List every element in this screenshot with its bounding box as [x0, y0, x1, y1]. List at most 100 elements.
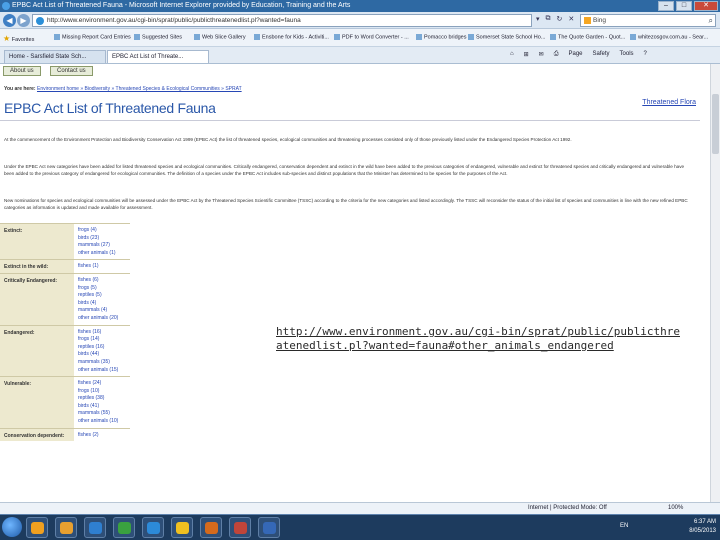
fauna-group-link[interactable]: frogs (4): [78, 227, 130, 235]
favorite-link[interactable]: Pomacco bridges: [416, 34, 467, 40]
vertical-scrollbar[interactable]: [710, 64, 720, 502]
security-zone[interactable]: Internet | Protected Mode: Off: [528, 503, 607, 514]
fauna-group-link[interactable]: mammals (35): [78, 359, 130, 367]
fauna-group-link[interactable]: fishes (16): [78, 329, 130, 337]
search-input[interactable]: Bing ⌕: [580, 14, 716, 27]
favorite-link[interactable]: PDF to Word Converter - ...: [334, 34, 409, 40]
search-icon[interactable]: ⌕: [709, 15, 713, 26]
safety-menu[interactable]: Safety: [593, 51, 610, 58]
tab-epbc[interactable]: EPBC Act List of Threate...: [107, 50, 209, 63]
category-links: fishes (1): [78, 260, 130, 273]
favorite-link[interactable]: Ensbone for Kids - Activiti...: [254, 34, 329, 40]
favorite-link[interactable]: whitezosgov.com.au - Sear...: [630, 34, 708, 40]
screenshot: EPBC Act List of Threatened Fauna - Micr…: [0, 0, 720, 540]
compat-icon[interactable]: ⧉: [546, 15, 551, 23]
table-row: Extinct: frogs (4) birds (23) mammals (27) o…: [0, 223, 130, 260]
divider: [0, 120, 700, 121]
taskbar-app-button[interactable]: [84, 517, 106, 538]
close-button[interactable]: ✕: [694, 1, 718, 11]
fauna-group-link[interactable]: mammals (4): [78, 307, 130, 315]
stop-icon[interactable]: ✕: [568, 15, 574, 23]
window-titlebar: EPBC Act List of Threatened Fauna - Micr…: [0, 0, 720, 12]
fauna-group-link[interactable]: other animals (1): [78, 250, 130, 258]
clock-date: 8/05/2013: [689, 528, 716, 534]
system-clock[interactable]: 6:37 AM 8/05/2013: [689, 518, 716, 536]
page-content: About us Contact us You are here: Enviro…: [0, 64, 710, 502]
app-icon: [60, 522, 73, 534]
url-text: http://www.environment.gov.au/cgi-bin/sp…: [47, 17, 301, 24]
fauna-group-link[interactable]: fishes (24): [78, 380, 130, 388]
favorite-link[interactable]: Suggested Sites: [134, 34, 182, 40]
fauna-group-link[interactable]: birds (4): [78, 300, 130, 308]
fauna-group-link[interactable]: mammals (55): [78, 410, 130, 418]
app-icon: [234, 522, 247, 534]
favorite-link[interactable]: Web Slice Gallery: [194, 34, 246, 40]
tab-home[interactable]: Home - Sarsfield State Sch...: [4, 50, 106, 63]
fauna-group-link[interactable]: other animals (15): [78, 367, 130, 375]
home-icon[interactable]: ⌂: [510, 51, 514, 58]
fauna-group-link[interactable]: fishes (6): [78, 277, 130, 285]
fauna-group-link[interactable]: reptiles (5): [78, 292, 130, 300]
taskbar-app-button[interactable]: [258, 517, 280, 538]
refresh-icon[interactable]: ↻: [557, 15, 563, 23]
mail-icon[interactable]: ✉: [539, 51, 544, 58]
print-icon[interactable]: ⎙: [554, 51, 559, 58]
favorite-link[interactable]: Somerset State School Ho...: [468, 34, 545, 40]
fauna-group-link[interactable]: reptiles (38): [78, 395, 130, 403]
favorites-button[interactable]: ★ Favorites: [3, 34, 34, 43]
fauna-group-link[interactable]: mammals (27): [78, 242, 130, 250]
minimize-button[interactable]: –: [658, 1, 674, 11]
fauna-group-link[interactable]: birds (23): [78, 235, 130, 243]
taskbar-app-button[interactable]: [113, 517, 135, 538]
scroll-thumb[interactable]: [712, 94, 719, 154]
breadcrumb-trail[interactable]: Environment home » Biodiversity » Threat…: [37, 86, 242, 92]
table-row: Vulnerable: fishes (24) frogs (10) reptiles…: [0, 376, 130, 428]
taskbar-app-button[interactable]: [200, 517, 222, 538]
about-us-link[interactable]: About us: [3, 66, 41, 76]
fauna-group-link[interactable]: reptiles (16): [78, 344, 130, 352]
zoom-level[interactable]: 100%: [668, 503, 683, 514]
url-input[interactable]: http://www.environment.gov.au/cgi-bin/sp…: [32, 14, 532, 27]
breadcrumb-prefix: You are here:: [4, 86, 36, 92]
fauna-group-link[interactable]: birds (41): [78, 403, 130, 411]
fauna-group-link[interactable]: frogs (10): [78, 388, 130, 396]
dropdown-icon[interactable]: ▾: [536, 15, 540, 23]
category-label: Extinct in the wild:: [0, 260, 74, 273]
tools-menu[interactable]: Tools: [620, 51, 634, 58]
page-icon: [36, 17, 44, 25]
category-label: Vulnerable:: [0, 377, 74, 428]
intro-paragraph: At the commencement of the Environment P…: [4, 137, 572, 142]
window-title: EPBC Act List of Threatened Fauna - Micr…: [12, 2, 351, 9]
feeds-icon[interactable]: ⊞: [524, 51, 529, 58]
start-button[interactable]: [2, 517, 22, 537]
fauna-group-link[interactable]: other animals (20): [78, 315, 130, 323]
back-button[interactable]: ◀: [3, 14, 16, 27]
favorite-link[interactable]: The Quote Garden - Quot...: [550, 34, 625, 40]
clock-time: 6:37 AM: [693, 519, 716, 525]
fauna-group-link[interactable]: other animals (10): [78, 418, 130, 426]
help-icon[interactable]: ?: [644, 51, 647, 58]
fauna-group-link[interactable]: fishes (2): [78, 432, 130, 440]
fauna-group-link[interactable]: frogs (5): [78, 285, 130, 293]
maximize-button[interactable]: □: [676, 1, 692, 11]
nominations-paragraph: New nominations for species and ecologic…: [4, 198, 688, 210]
taskbar-app-button[interactable]: [26, 517, 48, 538]
threatened-flora-link[interactable]: Threatened Flora: [642, 99, 696, 106]
fauna-group-link[interactable]: frogs (14): [78, 336, 130, 344]
fauna-group-link[interactable]: birds (44): [78, 351, 130, 359]
forward-button[interactable]: ▶: [17, 14, 30, 27]
fauna-group-link[interactable]: fishes (1): [78, 263, 130, 271]
taskbar-app-button[interactable]: [229, 517, 251, 538]
favorite-link[interactable]: Missing Report Card Entries: [54, 34, 131, 40]
star-icon: ★: [3, 34, 11, 43]
taskbar-app-button[interactable]: [55, 517, 77, 538]
address-bar: ◀ ▶ http://www.environment.gov.au/cgi-bi…: [0, 12, 720, 29]
taskbar-app-button[interactable]: [142, 517, 164, 538]
category-links: fishes (24) frogs (10) reptiles (38) birds …: [78, 377, 130, 428]
page-menu[interactable]: Page: [569, 51, 583, 58]
contact-us-link[interactable]: Contact us: [50, 66, 93, 76]
category-label: Conservation dependent:: [0, 428, 74, 442]
language-indicator[interactable]: EN: [620, 523, 628, 529]
category-label: Critically Endangered:: [0, 273, 74, 325]
taskbar-app-button[interactable]: [171, 517, 193, 538]
